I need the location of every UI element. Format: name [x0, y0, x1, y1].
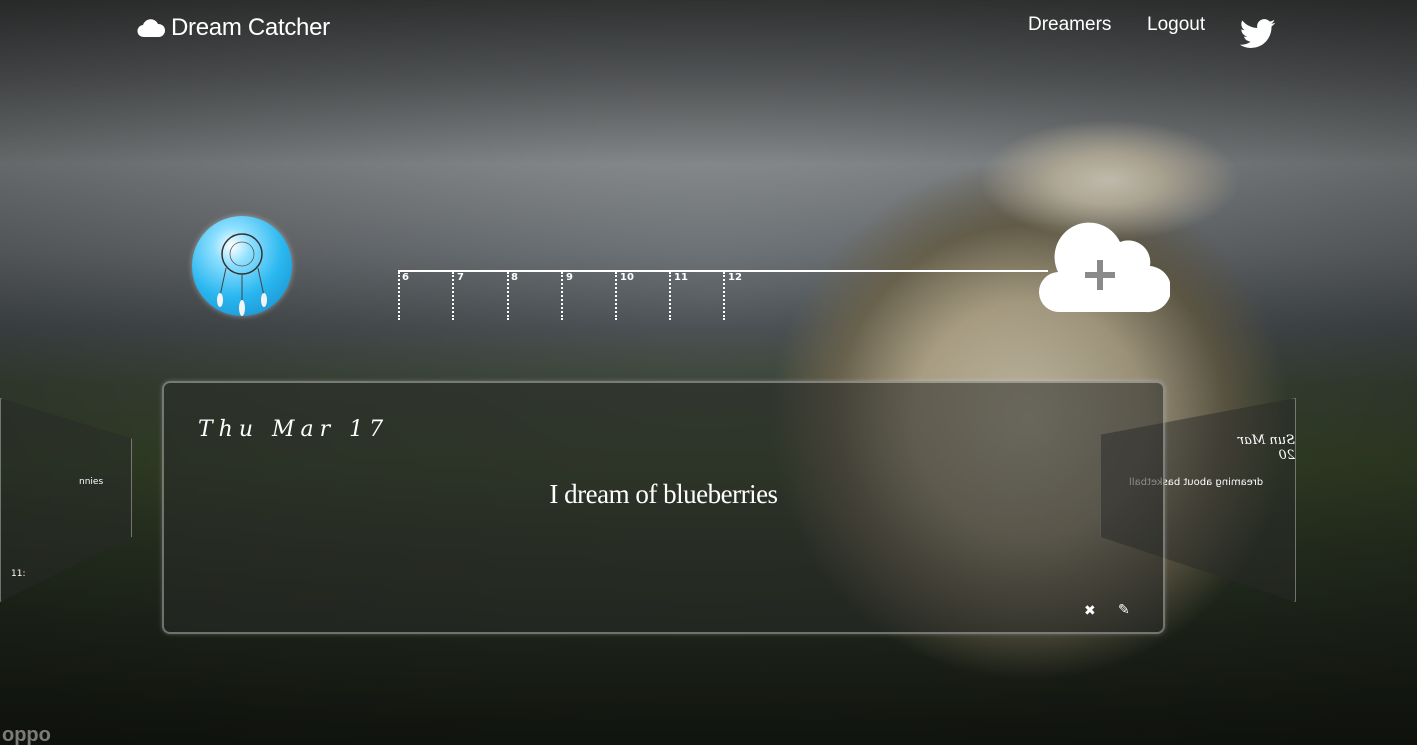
dream-text: I dream of blueberries [549, 479, 778, 509]
previous-dream-text: nnies [79, 477, 104, 487]
timeline-tick [561, 272, 563, 320]
timeline-tick-label[interactable]: 9 [566, 272, 573, 283]
dream-date: Thu Mar 17 [198, 417, 390, 442]
brand-logo[interactable]: Dream Catcher [137, 14, 330, 42]
timeline-tick-label[interactable]: 10 [620, 272, 634, 283]
add-dream-cloud-icon[interactable] [1038, 216, 1170, 316]
dreamcatcher-icon [217, 233, 267, 316]
dream-card[interactable]: Thu Mar 17 I dream of blueberries ✖ ✎ [162, 381, 1165, 634]
timeline-tick-label[interactable]: 11 [674, 272, 688, 283]
pencil-icon[interactable]: ✎ [1118, 602, 1130, 618]
timeline-tick [669, 272, 671, 320]
user-avatar[interactable] [192, 216, 292, 316]
timeline-tick-label[interactable]: 12 [728, 272, 742, 283]
nav-dreamers-link[interactable]: Dreamers [1028, 14, 1111, 36]
timeline-tick [507, 272, 509, 320]
timeline-tick-label[interactable]: 8 [511, 272, 518, 283]
timeline-tick-label[interactable]: 7 [457, 272, 464, 283]
nav-logout-link[interactable]: Logout [1147, 14, 1205, 36]
watermark-text: oppo [2, 724, 51, 746]
next-dream-date: Sun Mar 20 [1237, 433, 1295, 463]
cloud-icon [137, 19, 165, 38]
timeline-tick [615, 272, 617, 320]
twitter-icon[interactable] [1240, 18, 1276, 50]
timeline-tick [723, 272, 725, 320]
timeline-tick [398, 272, 400, 320]
previous-dream-time: 11: [11, 569, 26, 579]
timeline-tick-label[interactable]: 6 [402, 272, 409, 283]
brand-title: Dream Catcher [171, 14, 330, 41]
timeline-tick [452, 272, 454, 320]
close-icon[interactable]: ✖ [1084, 603, 1096, 619]
